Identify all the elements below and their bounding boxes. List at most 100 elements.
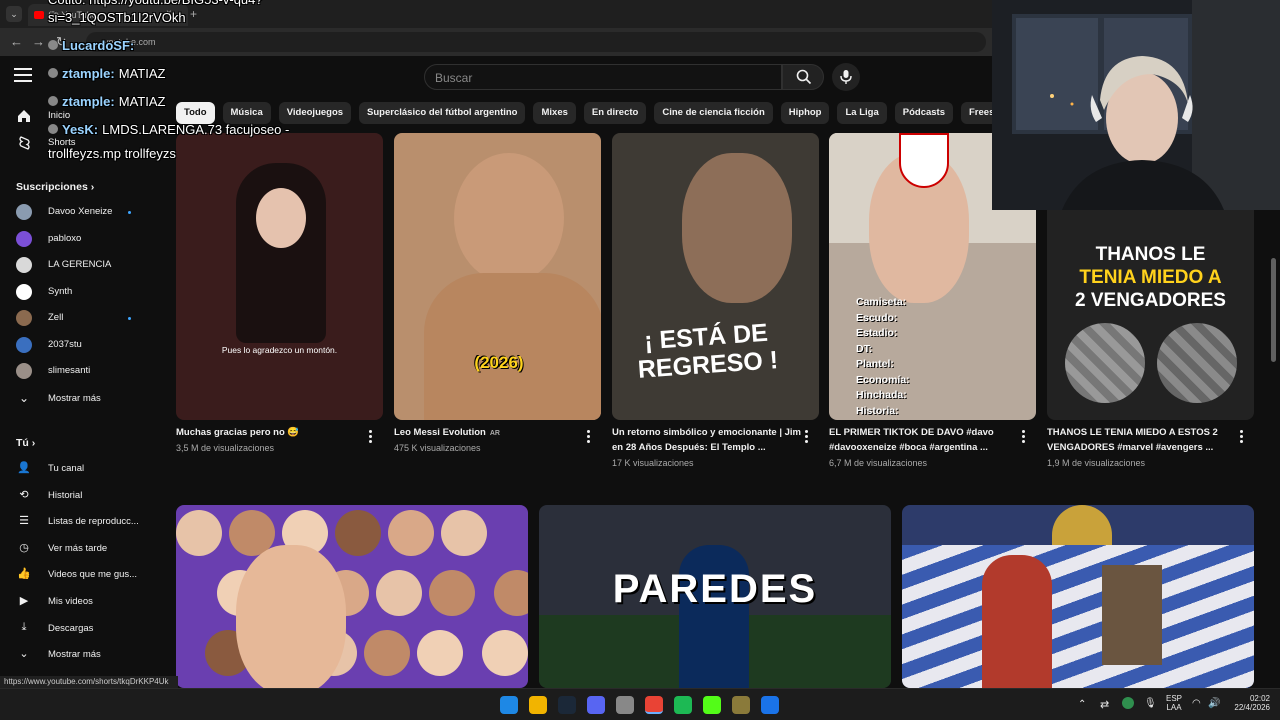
video-title[interactable]: Leo Messi Evolution AR — [394, 425, 584, 441]
video-thumbnail[interactable]: (2026) — [394, 133, 601, 420]
region-badge: AR — [489, 430, 500, 437]
video-views: 3,5 M de visualizaciones — [176, 443, 275, 453]
sidebar-item-your-videos[interactable]: ▶ Mis videos — [0, 589, 160, 615]
more-options-icon[interactable] — [1022, 430, 1026, 444]
sidebar-item-liked-videos[interactable]: 👍 Videos que me gus... — [0, 562, 160, 588]
tray-overflow-icon[interactable]: ⌃ — [1078, 699, 1086, 710]
chat-message: ztample: MATIAZ — [48, 94, 165, 109]
wifi-icon[interactable]: ◠ — [1192, 698, 1201, 709]
hamburger-menu-icon[interactable] — [14, 68, 32, 84]
filter-chips: Todo Música Videojuegos Superclásico del fú… — [176, 102, 992, 126]
sidebar-item-subscription[interactable]: pabloxo — [0, 226, 160, 252]
subscription-name: slimesanti — [48, 365, 91, 376]
chip-música[interactable]: Música — [222, 102, 271, 124]
voice-search-button[interactable] — [832, 63, 860, 91]
downloads-icon: ⤓ — [21, 620, 27, 633]
chip-la-liga[interactable]: La Liga — [837, 102, 887, 124]
more-options-icon[interactable] — [587, 430, 591, 444]
thumbnail-caption: THANOS LE TENIA MIEDO A2 VENGADORES — [1075, 244, 1226, 311]
sidebar-item-subscription[interactable]: slimesanti — [0, 358, 160, 384]
more-options-icon[interactable] — [369, 430, 373, 444]
chip-en-directo[interactable]: En directo — [583, 102, 647, 124]
you-header[interactable]: Tú › — [16, 437, 35, 449]
chip-freestyle-rap[interactable]: Freestyle rap — [961, 102, 992, 124]
sidebar-show-more-subs[interactable]: ⌄ Mostrar más — [0, 386, 160, 412]
avatar — [16, 363, 32, 379]
video-views: 6,7 M de visualizaciones — [829, 458, 928, 468]
volume-icon[interactable]: 🔊 — [1208, 698, 1220, 709]
sidebar-item-label: Descargas — [48, 622, 94, 634]
sidebar-item-subscription[interactable]: Davoo Xeneize — [0, 199, 160, 225]
sidebar-item-subscription[interactable]: Zell — [0, 305, 160, 331]
steam-icon[interactable] — [558, 696, 576, 714]
video-thumbnail[interactable] — [176, 505, 528, 688]
system-clock[interactable]: 02:02 22/4/2026 — [1226, 694, 1270, 712]
chip-mixes[interactable]: Mixes — [533, 102, 576, 124]
video-views: 475 K visualizaciones — [394, 443, 481, 453]
chip-superclásico-del-fútbol-argentino[interactable]: Superclásico del fútbol argentino — [359, 102, 526, 124]
input-language[interactable]: ESP LAA — [1166, 694, 1182, 712]
file-explorer-icon[interactable] — [529, 696, 547, 714]
sidebar-item-subscription[interactable]: 2037stu — [0, 332, 160, 358]
video-thumbnail[interactable]: ¡ ESTÁ DE REGRESO ! — [612, 133, 819, 420]
sidebar-item-label: Tu canal — [48, 463, 85, 474]
sidebar-item-watch-later[interactable]: ◷ Ver más tarde — [0, 536, 160, 562]
link-status-bar: https://www.youtube.com/shorts/tkqDrKKP4… — [0, 676, 178, 688]
sidebar-item-downloads[interactable]: ⤓ Descargas — [0, 616, 160, 642]
chat-message: YesK: LMDS.LARENGA.73 facujoseo - — [48, 122, 289, 137]
app-icon[interactable] — [616, 696, 634, 714]
back-arrow-icon[interactable]: ← — [10, 34, 23, 49]
chip-videojuegos[interactable]: Videojuegos — [278, 102, 352, 124]
edge-icon[interactable] — [761, 696, 779, 714]
forward-arrow-icon[interactable]: → — [32, 34, 45, 49]
sidebar-item-label: Historial — [48, 489, 83, 501]
video-title[interactable]: THANOS LE TENIA MIEDO A ESTOS 2 VENGADOR… — [1047, 425, 1237, 455]
subscriptions-header[interactable]: Suscripciones › — [16, 181, 94, 193]
thumbnail-caption: Pues lo agradezco un montón. — [221, 345, 338, 355]
start-icon[interactable] — [500, 696, 518, 714]
webcam-feed — [992, 0, 1280, 210]
spotify-icon[interactable] — [674, 696, 692, 714]
video-thumbnail[interactable] — [902, 505, 1254, 688]
sidebar-item-chevron-down[interactable]: ⌄ Mostrar más — [0, 642, 160, 668]
more-options-icon[interactable] — [805, 430, 809, 444]
sidebar-item-history[interactable]: ⟲ Historial — [0, 483, 160, 509]
discord-icon[interactable] — [587, 696, 605, 714]
chip-todo[interactable]: Todo — [176, 102, 215, 124]
notes-icon[interactable] — [732, 696, 750, 714]
search-button[interactable] — [782, 64, 824, 90]
chat-text: Cotito: https://youtu.be/BIG53-v-qu4? — [48, 0, 263, 7]
more-options-icon[interactable] — [1240, 430, 1244, 444]
thumbnail-list-item: Hinchada: — [856, 389, 907, 401]
security-tray-icon[interactable] — [1122, 697, 1134, 709]
video-title[interactable]: EL PRIMER TIKTOK DE DAVO #davo #davooxen… — [829, 425, 1019, 455]
sidebar-item-channel[interactable]: 👤 Tu canal — [0, 456, 160, 482]
thumbnail-caption: PAREDES — [612, 567, 818, 611]
chip-pódcasts[interactable]: Pódcasts — [894, 102, 953, 124]
tab-search-button[interactable]: ⌄ — [6, 6, 22, 22]
address-bar[interactable]: youtube.com — [86, 32, 986, 52]
sidebar: Inicio Shorts Suscripciones › Davoo Xene… — [0, 96, 160, 688]
thumbnail-list: Camiseta: Escudo: Estadio: DT: Plantel: Econo… — [856, 295, 910, 419]
video-title[interactable]: Muchas gracias pero no 😅 — [176, 425, 366, 440]
microphone-tray-icon[interactable]: 🎙 — [1144, 698, 1157, 709]
search-input[interactable]: Buscar — [424, 64, 782, 90]
network-tray-icon[interactable]: ⇄ — [1100, 698, 1109, 711]
video-thumbnail[interactable]: PAREDES — [539, 505, 891, 688]
chat-message: si=3_1QOSTb1I2rVOkh — [48, 10, 186, 25]
thumbnail-list-item: DT: — [856, 342, 873, 355]
chrome-icon[interactable] — [645, 696, 663, 714]
video-thumbnail[interactable]: Pues lo agradezco un montón. — [176, 133, 383, 420]
sidebar-item-subscription[interactable]: LA GERENCIA — [0, 252, 160, 278]
chip-hiphop[interactable]: Hiphop — [780, 102, 830, 124]
channel-icon: 👤 — [17, 462, 31, 474]
chat-text: trollfeyzs.mp trollfeyzs — [48, 146, 176, 161]
thumbnail-list-item: Economía: — [856, 373, 910, 386]
new-tab-button[interactable]: + — [190, 7, 197, 21]
kick-icon[interactable] — [703, 696, 721, 714]
chip-cine-de-ciencia-ficción[interactable]: Cine de ciencia ficción — [654, 102, 773, 124]
sidebar-item-subscription[interactable]: Synth — [0, 279, 160, 305]
page-scrollbar[interactable] — [1271, 258, 1276, 362]
video-title[interactable]: Un retorno simbólico y emocionante | Jim… — [612, 425, 802, 455]
sidebar-item-playlists[interactable]: ☰ Listas de reproducc... — [0, 509, 160, 535]
